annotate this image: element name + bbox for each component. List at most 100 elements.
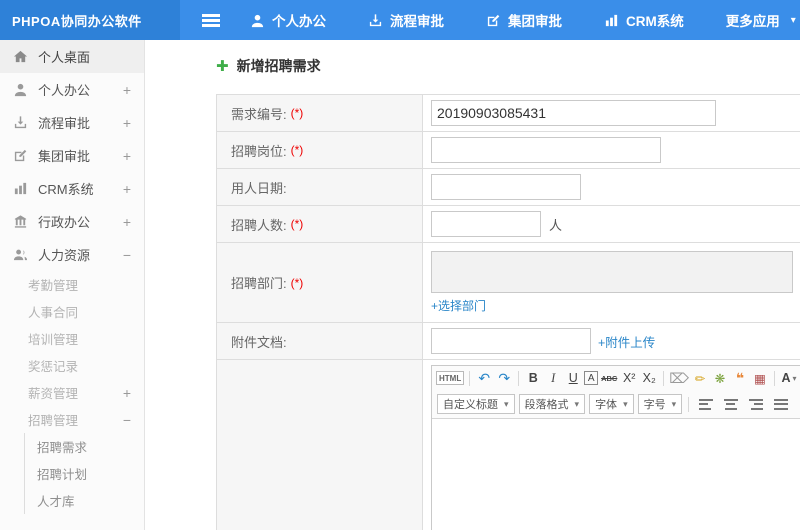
sidebar-item-attendance[interactable]: 考勤管理 xyxy=(0,271,144,298)
topnav-label: 流程审批 xyxy=(390,14,444,29)
undo-icon[interactable]: ↶ xyxy=(475,369,493,387)
html-source-button[interactable]: HTML xyxy=(436,371,465,385)
required-mark: (*) xyxy=(290,143,304,157)
page-title: ✚ 新增招聘需求 xyxy=(216,56,800,76)
topnav-workflow-approval[interactable]: 流程审批 xyxy=(368,10,444,30)
expand-icon[interactable]: + xyxy=(123,181,131,197)
table-icon[interactable]: ▦ xyxy=(751,369,769,387)
chevron-down-icon: ▾ xyxy=(504,398,509,409)
sidebar-item-talent-pool[interactable]: 人才库 xyxy=(25,487,144,514)
sidebar-item-recruit-plan[interactable]: 招聘计划 xyxy=(25,460,144,487)
align-center-button[interactable] xyxy=(719,395,742,413)
sidebar: 个人桌面 个人办公 + 流程审批 + 集团审批 + CRM系统 + 行政办公 + xyxy=(0,40,145,530)
form-row-position: 招聘岗位: (*) xyxy=(217,132,800,169)
position-input[interactable] xyxy=(431,137,661,163)
superscript-button[interactable]: X² xyxy=(620,369,638,387)
main-content: ✚ 新增招聘需求 需求编号: (*) 招聘岗位: (*) 用人日期: xyxy=(146,40,800,530)
chevron-down-icon: ▾ xyxy=(574,398,580,409)
sidebar-item-label: 考勤管理 xyxy=(28,279,79,293)
people-icon xyxy=(13,247,29,262)
font-family-select[interactable]: 字体 ▾ xyxy=(589,394,634,414)
sidebar-item-admin-office[interactable]: 行政办公 + xyxy=(0,205,144,238)
workflow-icon xyxy=(368,13,383,28)
sidebar-item-label: 奖惩记录 xyxy=(28,360,79,374)
attachment-input[interactable] xyxy=(431,328,591,354)
top-header: PHPOA协同办公软件 个人办公 流程审批 集团审批 CRM系统 更多应用 ▾ xyxy=(0,0,800,40)
topnav-label: 个人办公 xyxy=(272,14,326,29)
align-justify-button[interactable] xyxy=(769,395,792,413)
clean-format-icon[interactable]: ❋ xyxy=(711,369,729,387)
strikethrough-button[interactable]: ABC xyxy=(600,369,618,387)
sidebar-item-recruit-mgmt[interactable]: 招聘管理 − xyxy=(0,406,144,433)
rich-text-editor: HTML ↶ ↷ B I U A ABC X² X₂ ⌦ ✏ ❋ ❝ ▦ A ▾… xyxy=(431,365,800,530)
redo-icon[interactable]: ↷ xyxy=(495,369,513,387)
sidebar-item-training[interactable]: 培训管理 xyxy=(0,325,144,352)
select-dept-link[interactable]: +选择部门 xyxy=(431,297,486,314)
underline-button[interactable]: U xyxy=(564,369,582,387)
toolbar-separator xyxy=(774,370,776,386)
font-button[interactable]: A xyxy=(584,371,599,385)
sidebar-item-label: 招聘计划 xyxy=(37,468,88,482)
dept-textarea[interactable] xyxy=(431,251,793,293)
sidebar-item-personal-office[interactable]: 个人办公 + xyxy=(0,73,144,106)
collapse-icon[interactable]: − xyxy=(123,412,131,428)
form-row-requirement: 岗位要求: (*) HTML ↶ ↷ B I U A ABC xyxy=(217,360,800,530)
italic-button[interactable]: I xyxy=(544,369,562,387)
sidebar-item-desktop[interactable]: 个人桌面 xyxy=(0,40,144,73)
sidebar-item-label: 招聘需求 xyxy=(37,441,88,455)
person-icon xyxy=(13,82,29,97)
hamburger-menu-icon[interactable] xyxy=(202,14,220,26)
required-mark: (*) xyxy=(290,106,304,120)
font-color-button[interactable]: A ▾ xyxy=(780,369,798,387)
chevron-down-icon: ▾ xyxy=(792,373,797,383)
sidebar-item-label: 人才库 xyxy=(37,495,75,509)
field-label: 附件文档: xyxy=(217,323,423,359)
field-label: 需求编号: (*) xyxy=(217,95,423,131)
topnav-crm[interactable]: CRM系统 xyxy=(604,10,684,30)
page-title-text: 新增招聘需求 xyxy=(236,58,321,74)
collapse-icon[interactable]: − xyxy=(123,247,131,263)
editor-toolbar-row2: 自定义标题 ▾ 段落格式 ▾ 字体 ▾ 字号 ▾ xyxy=(432,390,800,418)
format-painter-icon[interactable]: ✏ xyxy=(691,369,709,387)
expand-icon[interactable]: + xyxy=(123,115,131,131)
sidebar-item-label: 流程审批 xyxy=(38,116,91,131)
upload-attachment-link[interactable]: +附件上传 xyxy=(598,332,655,351)
sidebar-item-group-approval[interactable]: 集团审批 + xyxy=(0,139,144,172)
sidebar-item-recruit-demand[interactable]: 招聘需求 xyxy=(25,433,144,460)
headcount-input[interactable] xyxy=(431,211,541,237)
required-mark: (*) xyxy=(290,217,304,231)
expand-icon[interactable]: + xyxy=(123,148,131,164)
sidebar-item-crm[interactable]: CRM系统 + xyxy=(0,172,144,205)
req-no-input[interactable] xyxy=(431,100,716,126)
expand-icon[interactable]: + xyxy=(123,385,131,401)
topnav-group-approval[interactable]: 集团审批 xyxy=(486,10,562,30)
toolbar-separator xyxy=(469,370,471,386)
font-size-select[interactable]: 字号 ▾ xyxy=(637,394,683,414)
sidebar-item-rewards[interactable]: 奖惩记录 xyxy=(0,352,144,379)
topnav-personal-office[interactable]: 个人办公 xyxy=(250,10,326,30)
align-left-button[interactable] xyxy=(694,395,717,413)
app-brand: PHPOA协同办公软件 xyxy=(0,0,180,40)
use-date-input[interactable] xyxy=(431,174,581,200)
required-mark: (*) xyxy=(290,275,304,290)
eraser-icon[interactable]: ⌦ xyxy=(669,369,689,387)
sidebar-item-hr-contract[interactable]: 人事合同 xyxy=(0,298,144,325)
field-label: 用人日期: xyxy=(217,169,423,205)
person-icon xyxy=(250,13,265,28)
align-right-button[interactable] xyxy=(744,395,767,413)
bold-button[interactable]: B xyxy=(524,369,542,387)
expand-icon[interactable]: + xyxy=(123,214,131,230)
paragraph-format-select[interactable]: 段落格式 ▾ xyxy=(518,394,586,414)
topnav-more-apps[interactable]: 更多应用 ▾ xyxy=(726,10,796,30)
custom-title-select[interactable]: 自定义标题 ▾ xyxy=(437,394,515,414)
blockquote-icon[interactable]: ❝ xyxy=(731,369,749,387)
sidebar-item-salary[interactable]: 薪资管理 + xyxy=(0,379,144,406)
plus-icon: ✚ xyxy=(216,58,229,75)
editor-content-area[interactable] xyxy=(432,418,800,530)
building-icon xyxy=(13,214,29,229)
sidebar-item-hr[interactable]: 人力资源 − xyxy=(0,238,144,271)
sidebar-item-workflow-approval[interactable]: 流程审批 + xyxy=(0,106,144,139)
subscript-button[interactable]: X₂ xyxy=(640,369,658,387)
expand-icon[interactable]: + xyxy=(123,82,131,98)
toolbar-separator xyxy=(688,396,690,412)
